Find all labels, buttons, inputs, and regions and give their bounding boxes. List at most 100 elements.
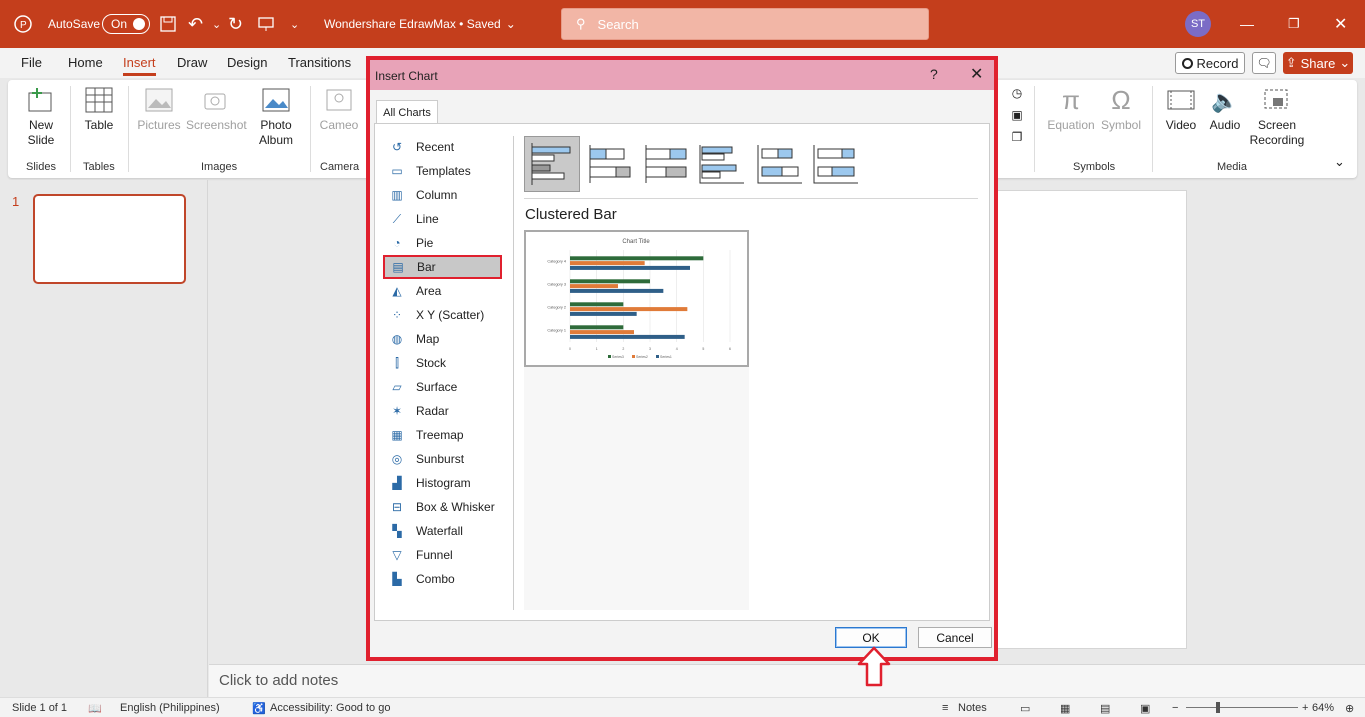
chart-type-sunburst[interactable]: ◎ Sunburst: [384, 448, 501, 470]
chart-type-histogram[interactable]: ▟ Histogram: [384, 472, 501, 494]
maximize-icon[interactable]: ❐: [1288, 0, 1300, 48]
screenshot-button[interactable]: Screenshot: [186, 86, 247, 133]
normal-view-icon[interactable]: ▭: [1020, 702, 1030, 715]
pictures-button[interactable]: Pictures: [136, 86, 182, 133]
tab-design[interactable]: Design: [227, 55, 267, 70]
tab-draw[interactable]: Draw: [177, 55, 207, 70]
chart-type-surface[interactable]: ▱ Surface: [384, 376, 501, 398]
comments-button[interactable]: 🗨: [1252, 52, 1276, 74]
column-icon: ▥: [391, 188, 403, 202]
screen-recording-button[interactable]: Screen Recording: [1248, 86, 1306, 148]
spelling-icon[interactable]: 📖: [88, 702, 102, 715]
screen-recording-label: Screen Recording: [1249, 118, 1305, 147]
table-button[interactable]: Table: [80, 86, 118, 133]
video-button[interactable]: Video: [1160, 86, 1202, 133]
chart-type-label: Pie: [416, 236, 434, 250]
ribbon-small-icons[interactable]: ◷ ▣ ❐: [1006, 86, 1028, 152]
notes-toggle[interactable]: Notes: [958, 702, 987, 714]
chart-type-box-whisker[interactable]: ⊟ Box & Whisker: [384, 496, 501, 518]
zoom-in-icon[interactable]: +: [1302, 702, 1308, 714]
chart-type-recent[interactable]: ↺ Recent: [384, 136, 501, 158]
subtype-100-stacked-bar[interactable]: [638, 136, 694, 192]
photo-album-button[interactable]: Photo Album: [250, 86, 302, 148]
group-images-label: Images: [201, 161, 238, 173]
help-icon[interactable]: ?: [930, 66, 938, 82]
subtype-3d-clustered-bar[interactable]: [694, 136, 750, 192]
notes-pane[interactable]: Click to add notes: [209, 664, 1365, 697]
chart-type-label: Bar: [417, 260, 436, 274]
chart-type-funnel[interactable]: ▽ Funnel: [384, 544, 501, 566]
cameo-icon: [324, 86, 354, 114]
tick-label: 4: [676, 347, 678, 351]
customize-toolbar-icon[interactable]: ⌄: [290, 0, 299, 48]
undo-icon[interactable]: ↶: [188, 0, 203, 48]
document-title[interactable]: Wondershare EdrawMax • Saved ⌄: [324, 0, 516, 48]
histogram-icon: ▟: [392, 476, 402, 490]
tab-insert[interactable]: Insert: [123, 55, 156, 76]
avatar[interactable]: ST: [1185, 11, 1211, 37]
subtype-3d-stacked-bar[interactable]: [752, 136, 808, 192]
chart-type-bar[interactable]: ▤ Bar: [383, 255, 502, 279]
minimize-icon[interactable]: —: [1240, 0, 1254, 48]
search-input[interactable]: ⚲ Search: [561, 8, 929, 40]
record-button[interactable]: Record: [1175, 52, 1245, 74]
cancel-button[interactable]: Cancel: [918, 627, 992, 648]
close-icon[interactable]: ✕: [970, 64, 983, 84]
zoom-out-icon[interactable]: −: [1172, 702, 1178, 714]
chart-type-pie[interactable]: ◔ Pie: [384, 232, 501, 254]
new-slide-button[interactable]: New Slide: [20, 86, 62, 148]
list-divider: [513, 136, 514, 610]
cameo-button[interactable]: Cameo: [316, 86, 362, 133]
ok-button[interactable]: OK: [835, 627, 907, 648]
chart-type-label: Area: [416, 284, 442, 298]
chart-type-stock[interactable]: ⫿ Stock: [384, 352, 501, 374]
chart-preview[interactable]: Chart Title 0 1 2 3 4 5 6 Category 1 Category 2 Ca…: [524, 230, 749, 367]
chart-type-waterfall[interactable]: ▚ Waterfall: [384, 520, 501, 542]
tab-all-charts[interactable]: All Charts: [376, 100, 438, 124]
chart-type-x-y-scatter[interactable]: ⁘ X Y (Scatter): [384, 304, 501, 326]
undo-dropdown-icon[interactable]: ⌄: [212, 0, 221, 48]
notes-placeholder: Click to add notes: [219, 672, 339, 689]
zoom-slider-thumb[interactable]: [1216, 702, 1220, 713]
audio-button[interactable]: 🔈 Audio: [1204, 86, 1246, 133]
slide-canvas[interactable]: [996, 190, 1187, 649]
zoom-level[interactable]: 64%: [1312, 702, 1334, 714]
chart-type-radar[interactable]: ✶ Radar: [384, 400, 501, 422]
autosave-toggle[interactable]: On: [94, 0, 151, 48]
search-placeholder: Search: [597, 16, 639, 32]
chart-type-area[interactable]: ◭ Area: [384, 280, 501, 302]
record-icon: [1181, 57, 1193, 69]
chart-type-map[interactable]: ◍ Map: [384, 328, 501, 350]
subtype-3d-100-stacked-bar[interactable]: [808, 136, 864, 192]
close-window-icon[interactable]: ✕: [1334, 0, 1347, 48]
slide-sorter-icon[interactable]: ▦: [1060, 702, 1070, 715]
language[interactable]: English (Philippines): [120, 702, 220, 714]
ribbon-collapse-icon[interactable]: ⌄: [1334, 154, 1345, 169]
chart-type-column[interactable]: ▥ Column: [384, 184, 501, 206]
symbol-button[interactable]: Ω Symbol: [1098, 86, 1144, 133]
reading-view-icon[interactable]: ▤: [1100, 702, 1110, 715]
chart-type-templates[interactable]: ▭ Templates: [384, 160, 501, 182]
redo-icon[interactable]: ↻: [228, 0, 243, 48]
share-button[interactable]: ⇪ Share ⌄: [1283, 52, 1353, 74]
equation-button[interactable]: π Equation: [1044, 86, 1098, 133]
chart-type-label: Histogram: [416, 476, 471, 490]
present-icon[interactable]: [258, 0, 274, 48]
slideshow-icon[interactable]: ▣: [1140, 702, 1150, 715]
accessibility-status[interactable]: Accessibility: Good to go: [270, 702, 390, 714]
save-icon[interactable]: [160, 0, 176, 48]
zoom-slider[interactable]: [1186, 707, 1298, 708]
tab-file[interactable]: File: [21, 55, 42, 70]
tab-home[interactable]: Home: [68, 55, 103, 70]
tab-transitions[interactable]: Transitions: [288, 55, 351, 70]
chart-type-line[interactable]: ⟋ Line: [384, 208, 501, 230]
subtype-stacked-bar[interactable]: [582, 136, 638, 192]
line-icon: ⟋: [392, 211, 402, 226]
legend-label: Series2: [636, 355, 648, 359]
fit-slide-icon[interactable]: ⊕: [1345, 702, 1354, 715]
subtype-clustered-bar[interactable]: [524, 136, 580, 192]
chart-type-treemap[interactable]: ▦ Treemap: [384, 424, 501, 446]
chart-type-combo[interactable]: ▙ Combo: [384, 568, 501, 590]
surface-icon: ▱: [392, 380, 402, 394]
slide-thumbnail[interactable]: [33, 194, 186, 284]
